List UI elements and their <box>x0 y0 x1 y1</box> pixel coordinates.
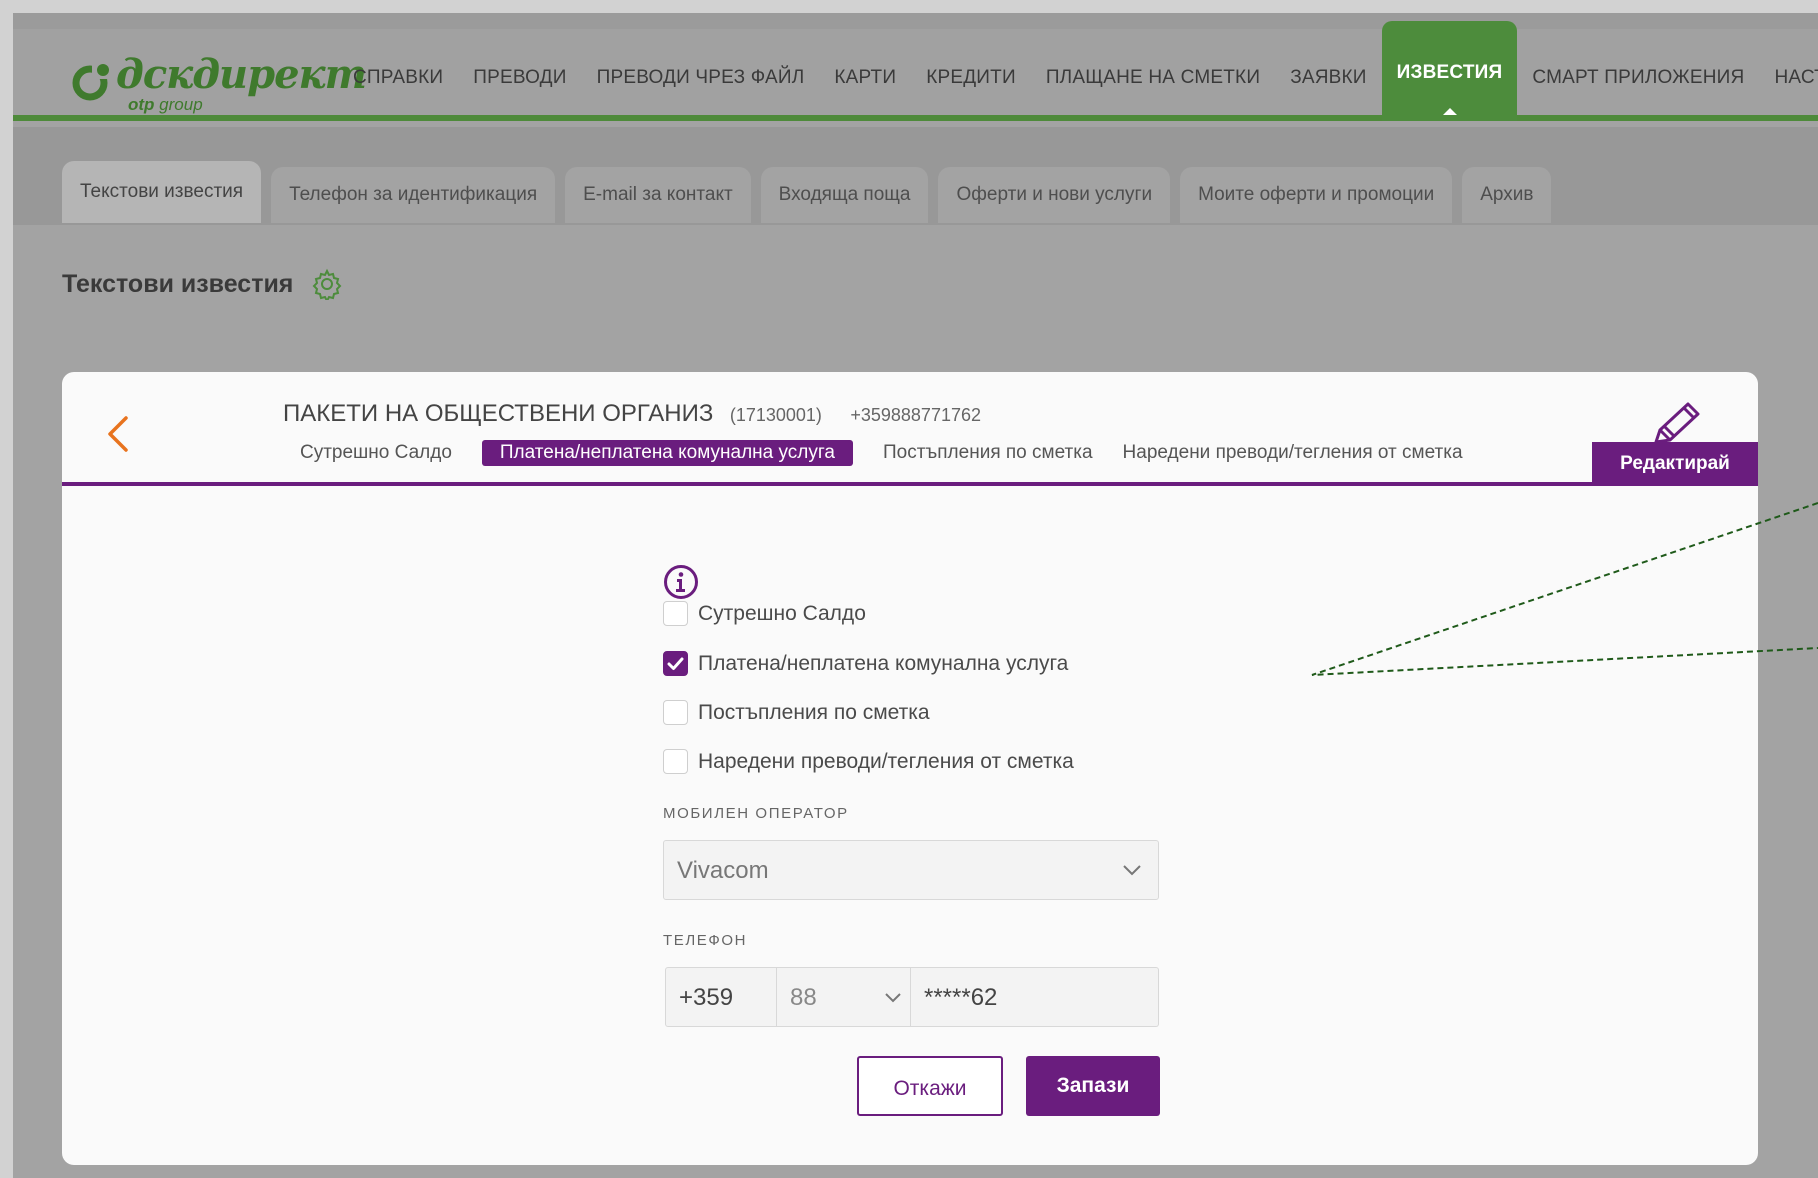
gear-icon[interactable] <box>311 268 343 300</box>
nav-item-smart[interactable]: СМАРТ ПРИЛОЖЕНИЯ <box>1517 13 1759 121</box>
nav-item-karti[interactable]: КАРТИ <box>819 13 911 121</box>
checkbox[interactable] <box>663 700 688 725</box>
chevron-down-icon <box>1123 865 1141 876</box>
option-utility-payment[interactable]: Платена/неплатена комунална услуга <box>663 651 1068 676</box>
subtab-bar: Текстови известия Телефон за идентификац… <box>13 127 1818 225</box>
phone-operator-code: 88 <box>790 984 817 1011</box>
operator-label: МОБИЛЕН ОПЕРАТОР <box>663 805 849 822</box>
logo-subtitle: otp group <box>128 95 203 115</box>
card-header: ПАКЕТИ НА ОБЩЕСТВЕНИ ОРГАНИЗ (17130001) … <box>62 372 1758 486</box>
option-label: Платена/неплатена комунална услуга <box>698 651 1069 675</box>
nav-item-izvestiya-label: ИЗВЕСТИЯ <box>1396 62 1503 83</box>
logo-sub-text: group <box>159 95 203 114</box>
nav-item-prevodi-file[interactable]: ПРЕВОДИ ЧРЕЗ ФАЙЛ <box>582 13 820 121</box>
phone-number-field[interactable]: *****62 <box>911 967 1159 1027</box>
phone-country-code-field[interactable]: +359 <box>665 967 777 1027</box>
tab-identification-phone[interactable]: Телефон за идентификация <box>271 167 556 223</box>
operator-select[interactable]: Vivacom <box>663 840 1159 900</box>
main-menu: СПРАВКИ ПРЕВОДИ ПРЕВОДИ ЧРЕЗ ФАЙЛ КАРТИ … <box>338 13 1818 121</box>
package-title: ПАКЕТИ НА ОБЩЕСТВЕНИ ОРГАНИЗ (17130001) … <box>283 400 981 428</box>
save-button[interactable]: Запази <box>1026 1056 1160 1116</box>
tab-text-notifications[interactable]: Текстови известия <box>62 161 262 223</box>
option-outgoing-transfers[interactable]: Наредени преводи/тегления от сметка <box>663 749 1074 774</box>
cancel-button[interactable]: Откажи <box>857 1056 1003 1116</box>
phone-country-code: +359 <box>679 984 734 1011</box>
package-code: (17130001) <box>729 405 822 425</box>
edit-control: Редактирай <box>1592 400 1758 486</box>
nav-item-izvestiya[interactable]: ИЗВЕСТИЯ <box>1381 21 1518 121</box>
tab-offers-services[interactable]: Оферти и нови услуги <box>938 167 1171 223</box>
tag-incoming-funds: Постъпления по сметка <box>882 442 1093 463</box>
logo-wordmark: дскдирект <box>116 51 367 98</box>
chevron-down-icon <box>885 993 901 1003</box>
nav-item-zayavki[interactable]: ЗАЯВКИ <box>1275 13 1381 121</box>
phone-label: ТЕЛЕФОН <box>663 932 748 949</box>
nav-item-prevodi[interactable]: ПРЕВОДИ <box>458 13 581 121</box>
nav-item-plashtane[interactable]: ПЛАЩАНЕ НА СМЕТКИ <box>1031 13 1275 121</box>
phone-number: *****62 <box>924 984 998 1011</box>
top-navigation: дскдирект otp group СПРАВКИ ПРЕВОДИ ПРЕВ… <box>13 13 1818 121</box>
tag-utility-payment: Платена/неплатена комунална услуга <box>481 440 853 466</box>
checkbox-checked[interactable] <box>663 651 688 676</box>
package-name: ПАКЕТИ НА ОБЩЕСТВЕНИ ОРГАНИЗ <box>283 400 714 427</box>
option-label: Сутрешно Салдо <box>698 601 866 625</box>
checkbox[interactable] <box>663 601 688 626</box>
package-phone: +359888771762 <box>850 405 981 425</box>
tag-outgoing-transfers: Наредени преводи/тегления от сметка <box>1122 442 1463 463</box>
phone-operator-select[interactable]: 88 <box>777 967 911 1027</box>
page-title: Текстови известия <box>62 270 294 298</box>
option-label: Наредени преводи/тегления от сметка <box>698 749 1074 773</box>
nav-item-spravki[interactable]: СПРАВКИ <box>338 13 458 121</box>
notification-card: ПАКЕТИ НА ОБЩЕСТВЕНИ ОРГАНИЗ (17130001) … <box>62 372 1758 1165</box>
info-icon[interactable] <box>663 564 699 600</box>
subtabs: Текстови известия Телефон за идентификац… <box>62 161 1552 223</box>
checkmark-icon <box>667 657 684 670</box>
nav-item-nastroyki[interactable]: НАСТРОЙКИ <box>1759 13 1818 121</box>
tab-my-offers[interactable]: Моите оферти и промоции <box>1180 167 1453 223</box>
active-caret-icon <box>1442 108 1457 115</box>
app-window: дскдирект otp group СПРАВКИ ПРЕВОДИ ПРЕВ… <box>13 13 1818 1178</box>
phone-input-group: +359 88 *****62 <box>665 967 1159 1027</box>
package-tags: Сутрешно Салдо Платена/неплатена комунал… <box>283 440 1463 466</box>
tab-inbox[interactable]: Входяща поща <box>760 167 929 223</box>
back-arrow-icon[interactable] <box>102 412 132 456</box>
option-label: Постъпления по сметка <box>698 700 930 724</box>
logo-mark-icon <box>72 64 112 101</box>
checkbox[interactable] <box>663 749 688 774</box>
option-incoming-funds[interactable]: Постъпления по сметка <box>663 700 930 725</box>
tag-morning-balance: Сутрешно Салдо <box>300 442 452 463</box>
edit-button[interactable]: Редактирай <box>1592 442 1758 486</box>
operator-value: Vivacom <box>677 857 769 884</box>
nav-item-krediti[interactable]: КРЕДИТИ <box>911 13 1031 121</box>
logo-sub-bold: otp <box>128 95 155 114</box>
dsk-direct-logo[interactable]: дскдирект otp group <box>72 49 367 114</box>
option-morning-balance[interactable]: Сутрешно Салдо <box>663 601 866 626</box>
tab-archive[interactable]: Архив <box>1462 167 1552 223</box>
tab-contact-email[interactable]: E-mail за контакт <box>565 167 751 223</box>
